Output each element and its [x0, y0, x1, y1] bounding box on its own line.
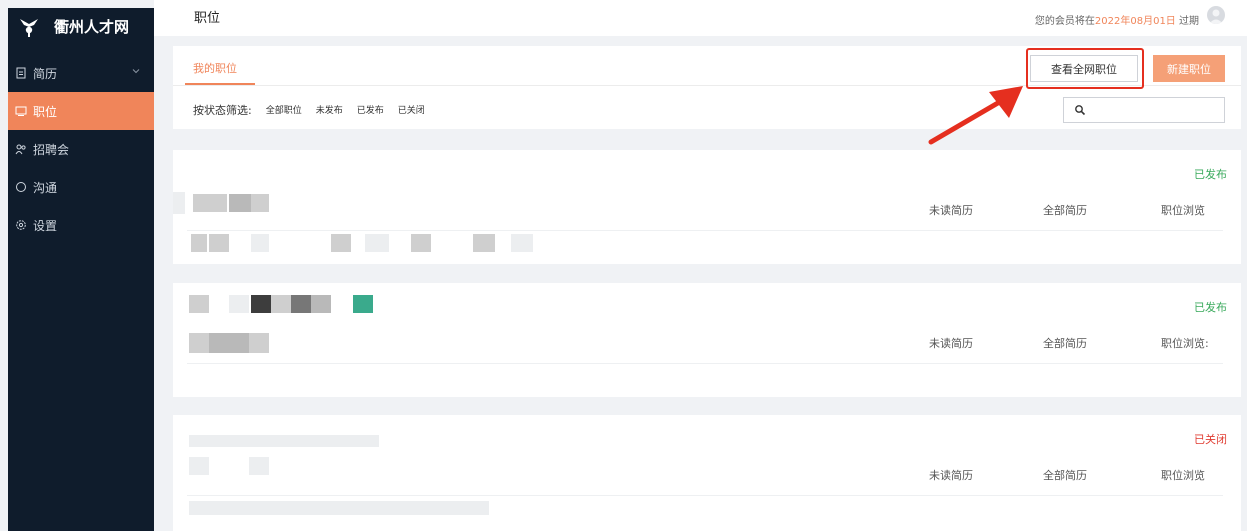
- document-icon: [14, 66, 28, 80]
- sidebar-item-label: 招聘会: [33, 142, 70, 157]
- card-divider: [187, 230, 1223, 231]
- page-title: 职位: [194, 11, 221, 26]
- job-card[interactable]: 已发布 未读简历 全部简历 职位浏览:: [173, 283, 1241, 397]
- logo-icon: [20, 19, 38, 37]
- status-badge: 已关闭: [1194, 433, 1227, 446]
- blurred-title: [251, 194, 269, 212]
- blurred-title: [193, 194, 227, 212]
- blurred-detail: [189, 457, 209, 475]
- filter-label: 按状态筛选:: [193, 104, 252, 117]
- avatar[interactable]: [1207, 6, 1225, 24]
- blurred-title: [189, 295, 209, 313]
- job-views: 职位浏览:: [1161, 337, 1209, 350]
- brand-name: 衢州人才网: [54, 17, 130, 36]
- chevron-down-icon: [132, 69, 140, 74]
- sidebar-nav: 简历 职位 招聘会 沟通 设置: [8, 54, 154, 244]
- sidebar-item-resume[interactable]: 简历: [8, 54, 154, 92]
- card-divider: [187, 363, 1223, 364]
- membership-notice: 您的会员将在2022年08月01日 过期: [1034, 16, 1199, 27]
- chat-icon: [14, 180, 28, 194]
- annotation-arrow-icon: [928, 86, 1023, 145]
- tab-active-indicator: [185, 83, 255, 85]
- blurred-detail: [191, 234, 207, 252]
- filter-unpublished[interactable]: 未发布: [316, 103, 343, 118]
- view-all-jobs-button[interactable]: 查看全网职位: [1030, 55, 1138, 82]
- blurred-detail: [189, 501, 489, 515]
- all-resumes: 全部简历: [1043, 469, 1087, 482]
- blurred-detail: [411, 234, 431, 252]
- blurred-detail: [189, 333, 209, 353]
- job-views: 职位浏览: [1161, 204, 1205, 217]
- filter-closed[interactable]: 已关闭: [398, 103, 425, 118]
- status-badge: 已发布: [1194, 301, 1227, 314]
- blurred-detail: [473, 234, 495, 252]
- blurred-title: [353, 295, 373, 313]
- sidebar-item-settings[interactable]: 设置: [8, 206, 154, 244]
- blurred-title: [229, 295, 249, 313]
- blurred-detail: [209, 234, 229, 252]
- blurred-title: [229, 194, 251, 212]
- monitor-icon: [14, 104, 28, 118]
- blurred-detail: [209, 333, 249, 353]
- sidebar-item-label: 职位: [33, 104, 58, 119]
- blurred-detail: [511, 234, 533, 252]
- blurred-detail: [249, 333, 269, 353]
- user-icon: [1209, 9, 1223, 24]
- sidebar-item-job-fair[interactable]: 招聘会: [8, 130, 154, 168]
- blurred-title: [189, 435, 379, 447]
- status-filter: 按状态筛选: 全部职位 未发布 已发布 已关闭: [193, 102, 425, 118]
- unread-resumes: 未读简历: [929, 337, 973, 350]
- blurred-detail: [331, 234, 351, 252]
- blurred-title: [271, 295, 291, 313]
- job-card[interactable]: 已发布 未读简历 全部简历 职位浏览: [173, 150, 1241, 264]
- blurred-title: [291, 295, 311, 313]
- filter-all-jobs[interactable]: 全部职位: [266, 103, 302, 118]
- filter-published[interactable]: 已发布: [357, 103, 384, 118]
- membership-expiry-date: 2022年08月01日: [1094, 16, 1176, 27]
- sidebar-item-label: 简历: [33, 66, 58, 81]
- people-icon: [14, 142, 28, 156]
- top-header: 职位 您的会员将在2022年08月01日 过期: [154, 0, 1247, 36]
- blurred-title: [311, 295, 331, 313]
- job-views: 职位浏览: [1161, 469, 1205, 482]
- sidebar-item-label: 沟通: [33, 180, 58, 195]
- blurred-detail: [251, 234, 269, 252]
- all-resumes: 全部简历: [1043, 337, 1087, 350]
- gear-icon: [14, 218, 28, 232]
- sidebar-item-jobs[interactable]: 职位: [8, 92, 154, 130]
- blurred-title: [251, 295, 271, 313]
- blurred-detail: [249, 457, 269, 475]
- tab-my-jobs[interactable]: 我的职位: [193, 60, 237, 76]
- search-input[interactable]: [1063, 97, 1225, 123]
- status-badge: 已发布: [1194, 168, 1227, 181]
- search-icon: [1075, 105, 1086, 116]
- sidebar-item-label: 设置: [33, 218, 58, 233]
- unread-resumes: 未读简历: [929, 469, 973, 482]
- blurred-detail: [365, 234, 389, 252]
- brand[interactable]: 衢州人才网: [8, 8, 154, 44]
- sidebar: 衢州人才网 简历 职位 招聘会 沟通 设置: [8, 8, 154, 531]
- sidebar-item-chat[interactable]: 沟通: [8, 168, 154, 206]
- job-card[interactable]: 已关闭 未读简历 全部简历 职位浏览: [173, 415, 1241, 531]
- job-toolbar: 我的职位 按状态筛选: 全部职位 未发布 已发布 已关闭 查看全网职位 新建职位: [173, 46, 1241, 129]
- all-resumes: 全部简历: [1043, 204, 1087, 217]
- blurred-title: [173, 192, 185, 214]
- card-divider: [187, 495, 1223, 496]
- unread-resumes: 未读简历: [929, 204, 973, 217]
- new-job-button[interactable]: 新建职位: [1153, 55, 1225, 82]
